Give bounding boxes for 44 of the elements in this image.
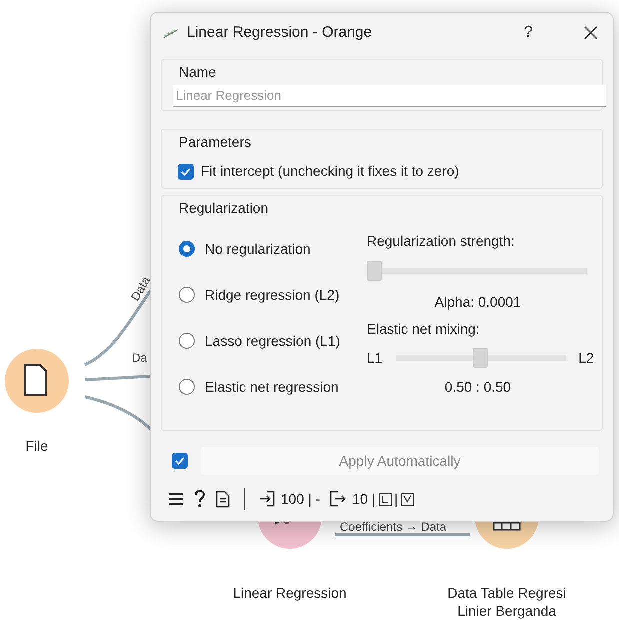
checkbox-label: Fit intercept (unchecking it fixes it to zero): [201, 162, 460, 181]
view-icon[interactable]: [401, 492, 414, 506]
widget-node-icon[interactable]: [4, 348, 70, 414]
radio-button[interactable]: [178, 332, 196, 350]
menu-icon[interactable]: [168, 492, 184, 506]
close-icon[interactable]: [583, 25, 599, 41]
radio-button[interactable]: [178, 240, 196, 258]
link-label: Da: [132, 351, 148, 365]
radio-label: Lasso regression (L1): [205, 332, 340, 351]
view-icon[interactable]: [378, 492, 392, 506]
app-icon: [163, 27, 179, 39]
mixing-reading: 0.50 : 0.50: [444, 378, 512, 397]
slider-handle[interactable]: [367, 261, 382, 281]
slider-label: Elastic net mixing:: [367, 320, 481, 339]
slider-label: Regularization strength:: [367, 232, 516, 251]
radio-label: Elastic net regression: [205, 378, 339, 397]
checkbox[interactable]: [178, 164, 194, 180]
slider-handle[interactable]: [473, 348, 488, 368]
output-summary: 10 |: [352, 490, 376, 509]
input-summary: 100 | -: [281, 490, 320, 509]
node-label: Linear Regression: [233, 584, 347, 602]
window-title: Linear Regression - Orange: [187, 22, 372, 43]
output-icon[interactable]: [330, 491, 346, 507]
group-title: Parameters: [178, 133, 252, 151]
node-label: File: [26, 437, 48, 455]
group-title: Regularization: [178, 199, 270, 217]
help-icon[interactable]: [194, 490, 206, 508]
report-icon[interactable]: [216, 490, 230, 508]
help-button[interactable]: ?: [524, 21, 533, 45]
name-field[interactable]: Linear Regression: [173, 85, 606, 107]
radio-label: Ridge regression (L2): [205, 286, 340, 305]
slider-max-label: L2: [578, 348, 594, 368]
slider-min-label: L1: [367, 348, 383, 368]
radio-button[interactable]: [178, 378, 196, 396]
node-label: Data Table Regresi: [448, 584, 566, 602]
separator-text: |: [394, 490, 398, 509]
input-icon[interactable]: [259, 491, 275, 507]
group-title: Name: [178, 63, 218, 81]
radio-label: No regularization: [205, 240, 311, 259]
radio-button[interactable]: [178, 286, 196, 304]
alpha-reading: Alpha: 0.0001: [434, 293, 522, 312]
link-label: Coefficients → Data: [340, 520, 446, 534]
node-label: Linier Berganda: [458, 602, 556, 620]
checkbox[interactable]: [172, 453, 188, 469]
